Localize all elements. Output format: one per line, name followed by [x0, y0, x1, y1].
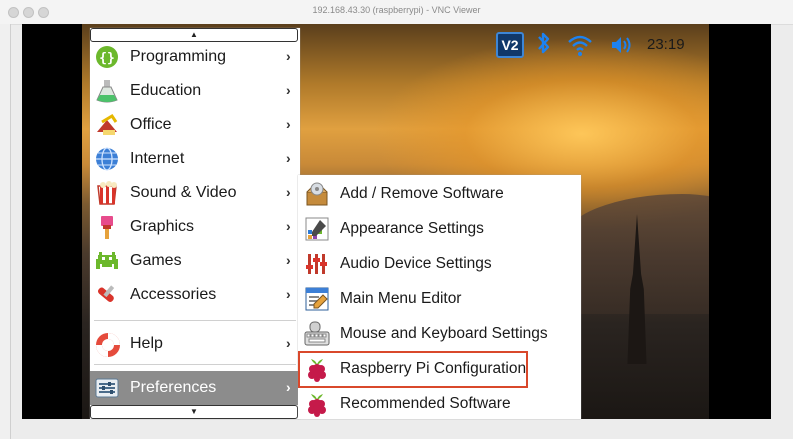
bluetooth-icon[interactable]: [536, 30, 552, 62]
submenu-item-label: Add / Remove Software: [340, 185, 504, 202]
submenu-item-label: Mouse and Keyboard Settings: [340, 325, 548, 342]
graphics-icon: [94, 214, 120, 240]
keyboard-mouse-icon: [304, 321, 330, 347]
education-icon: [94, 78, 120, 104]
highlight-annotation: [298, 351, 528, 388]
submenu-item-mouse-keyboard-settings[interactable]: Mouse and Keyboard Settings: [298, 316, 581, 351]
menu-item-label: Help: [130, 335, 163, 352]
desktop-left-border: [22, 24, 82, 419]
chevron-right-icon: ›: [286, 48, 291, 64]
menu-scroll-down-button[interactable]: ▼: [90, 405, 298, 419]
office-icon: [94, 112, 120, 138]
window-left-edge: [0, 24, 11, 439]
programming-icon: {}: [94, 44, 120, 70]
chevron-right-icon: ›: [286, 335, 291, 351]
menu-item-label: Games: [130, 252, 182, 269]
menu-separator: [94, 320, 296, 321]
svg-text:{}: {}: [99, 51, 115, 66]
menu-item-accessories[interactable]: Accessories ›: [90, 278, 300, 312]
raspberry-icon: [304, 391, 330, 417]
chevron-right-icon: ›: [286, 379, 291, 395]
appearance-icon: [304, 216, 330, 242]
clock[interactable]: 23:19: [647, 36, 685, 53]
menu-item-label: Sound & Video: [130, 184, 237, 201]
internet-icon: [94, 146, 120, 172]
menu-item-label: Internet: [130, 150, 185, 167]
menu-item-internet[interactable]: Internet ›: [90, 142, 300, 176]
menu-item-education[interactable]: Education ›: [90, 74, 300, 108]
menu-item-games[interactable]: Games ›: [90, 244, 300, 278]
submenu-item-label: Main Menu Editor: [340, 290, 462, 307]
chevron-right-icon: ›: [286, 150, 291, 166]
menu-item-label: Preferences: [130, 379, 217, 396]
preferences-icon: [94, 375, 120, 401]
submenu-item-label: Appearance Settings: [340, 220, 484, 237]
chevron-right-icon: ›: [286, 218, 291, 234]
window-title: 192.168.43.30 (raspberrypi) - VNC Viewer: [312, 5, 481, 15]
menu-editor-icon: [304, 286, 330, 312]
window-titlebar: 192.168.43.30 (raspberrypi) - VNC Viewer: [0, 0, 793, 25]
wifi-icon[interactable]: [566, 31, 594, 59]
volume-icon[interactable]: [610, 34, 636, 56]
menu-item-label: Accessories: [130, 286, 217, 303]
accessories-icon: [94, 282, 120, 308]
submenu-item-main-menu-editor[interactable]: Main Menu Editor: [298, 281, 581, 316]
menu-item-office[interactable]: Office ›: [90, 108, 300, 142]
chevron-right-icon: ›: [286, 82, 291, 98]
sound-video-icon: [94, 180, 120, 206]
vnc-icon[interactable]: V2: [496, 32, 524, 58]
chevron-right-icon: ›: [286, 184, 291, 200]
menu-item-sound-video[interactable]: Sound & Video ›: [90, 176, 300, 210]
submenu-item-label: Recommended Software: [340, 395, 511, 412]
chevron-right-icon: ›: [286, 286, 291, 302]
applications-menu: ▲ {} Programming › Education › Office › …: [90, 28, 300, 419]
package-icon: [304, 181, 330, 207]
menu-item-label: Education: [130, 82, 202, 99]
audio-sliders-icon: [304, 251, 330, 277]
menu-item-help[interactable]: Help ›: [90, 327, 300, 361]
menu-item-label: Office: [130, 116, 172, 133]
desktop-right-border: [709, 24, 771, 419]
submenu-item-audio-device-settings[interactable]: Audio Device Settings: [298, 246, 581, 281]
menu-item-programming[interactable]: {} Programming ›: [90, 40, 300, 74]
help-icon: [94, 331, 120, 357]
submenu-item-appearance-settings[interactable]: Appearance Settings: [298, 211, 581, 246]
chevron-right-icon: ›: [286, 116, 291, 132]
menu-item-graphics[interactable]: Graphics ›: [90, 210, 300, 244]
submenu-item-add-remove-software[interactable]: Add / Remove Software: [298, 176, 581, 211]
submenu-item-label: Audio Device Settings: [340, 255, 492, 272]
menu-item-preferences[interactable]: Preferences ›: [90, 371, 300, 405]
menu-item-label: Graphics: [130, 218, 195, 235]
games-icon: [94, 248, 120, 274]
submenu-item-recommended-software[interactable]: Recommended Software: [298, 386, 581, 421]
chevron-right-icon: ›: [286, 252, 291, 268]
preferences-submenu: Add / Remove Software Appearance Setting…: [298, 175, 581, 419]
system-tray: V2 23:19: [492, 24, 709, 66]
menu-item-label: Programming: [130, 48, 227, 65]
menu-separator: [94, 364, 296, 365]
